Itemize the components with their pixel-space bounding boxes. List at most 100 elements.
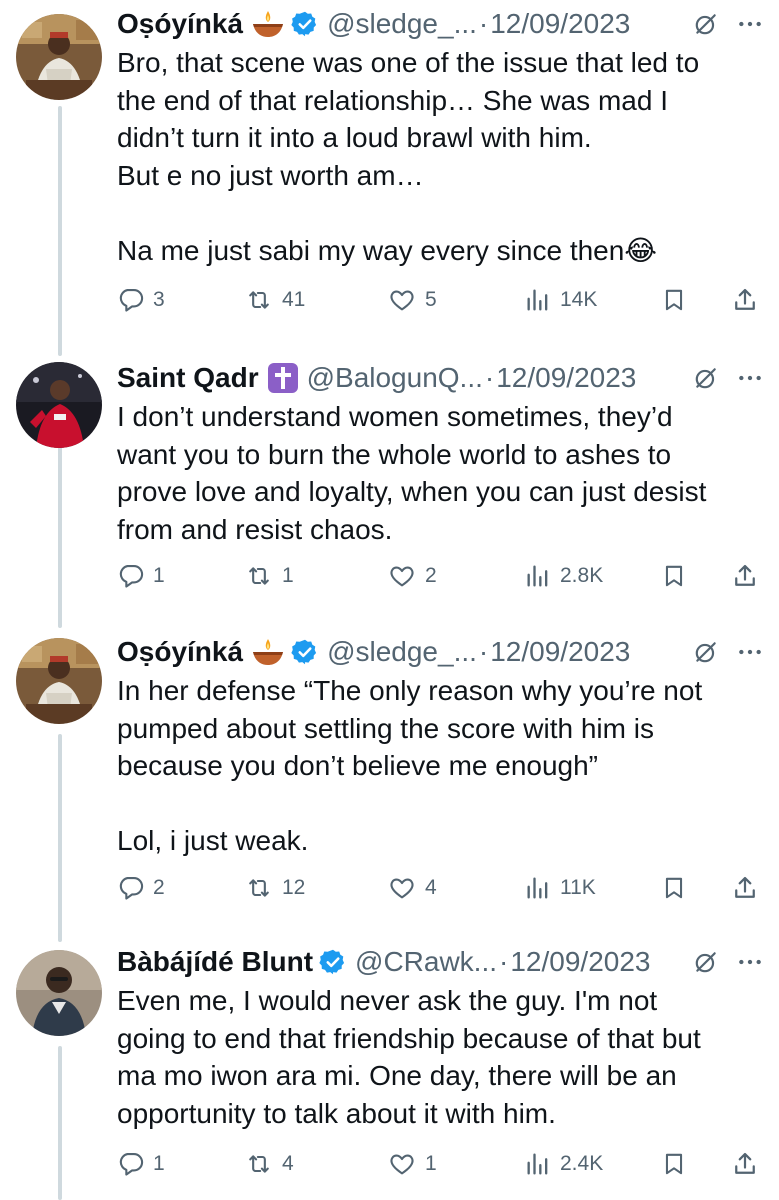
avatar[interactable] [16,14,102,100]
grok-icon[interactable] [693,639,719,665]
tweet-text-line: ma mo iwon ara mi. One day, there will b… [117,1060,677,1091]
retweet-button[interactable]: 1 [244,556,294,596]
retweet-button[interactable]: 12 [244,868,305,908]
share-icon [735,288,755,310]
heart-icon [390,290,414,311]
tweet-text-blank [117,785,763,823]
views-count: 2.8K [560,564,604,587]
tweet-text: I don’t understand women sometimes, they… [117,398,763,548]
diya-lamp-icon [251,637,285,667]
more-options-icon[interactable] [737,639,763,665]
retweet-icon [249,567,269,585]
tweet-text-line: opportunity to talk about it with him. [117,1097,556,1129]
reply-button[interactable]: 2 [117,868,165,908]
reply-count: 3 [153,288,165,311]
author-handle[interactable]: @sledge_... [327,632,477,672]
share-button[interactable] [731,1144,759,1184]
retweet-count: 1 [282,564,294,587]
avatar[interactable] [16,950,102,1036]
share-button[interactable] [731,556,759,596]
author-handle[interactable]: @CRawk... [355,942,497,982]
tweet-text-line: from and resist chaos. [117,513,393,545]
latin-cross-icon [267,362,299,394]
share-button[interactable] [731,280,759,320]
tweet[interactable]: Oṣóyínká @sledge_... · 12/09/2023 [0,0,779,330]
more-options-icon[interactable] [737,949,763,975]
tweet-text-line: want you to burn the whole world to ashe… [117,438,672,470]
grok-icon[interactable] [693,11,719,37]
tweet-actions: 2 12 4 11K [117,868,763,908]
like-button[interactable]: 4 [387,868,437,908]
tweet-text-line: pumped about settling the score with him… [117,712,654,744]
heart-icon [390,566,414,587]
reply-count: 1 [153,564,165,587]
more-options-icon[interactable] [737,365,763,391]
reply-button[interactable]: 1 [117,556,165,596]
author-handle[interactable]: @BalogunQ... [307,358,483,398]
tweet-actions: 1 4 1 2.4K [117,1144,763,1184]
tweet-date[interactable]: 12/09/2023 [510,942,650,982]
bookmark-button[interactable] [661,280,687,320]
bookmark-button[interactable] [661,1144,687,1184]
tweet-text-line: prove love and loyalty, when you can jus… [117,476,707,507]
tweet-date[interactable]: 12/09/2023 [496,358,636,398]
tweet-text-line: Bro, that scene was one of the issue tha… [117,47,700,78]
like-count: 5 [425,288,437,311]
like-count: 4 [425,876,437,899]
tweet-actions: 3 41 5 14K [117,280,763,320]
tweet-text-line: Na me just sabi my way every since then😂 [117,234,658,266]
reply-icon [119,289,144,312]
share-button[interactable] [731,868,759,908]
tweet-text-line: going to end that friendship because of … [117,1022,701,1054]
avatar[interactable] [16,362,102,448]
retweet-button[interactable]: 4 [244,1144,294,1184]
tweet-text: Bro, that scene was one of the issue tha… [117,44,763,269]
bookmark-button[interactable] [661,556,687,596]
views-button[interactable]: 2.8K [524,556,603,596]
reply-button[interactable]: 1 [117,1144,165,1184]
like-button[interactable]: 2 [387,556,437,596]
views-button[interactable]: 14K [524,280,597,320]
author-name[interactable]: Bàbájídé Blunt [117,942,313,982]
retweet-button[interactable]: 41 [244,280,305,320]
heart-icon [390,878,414,899]
views-button[interactable]: 2.4K [524,1144,603,1184]
share-icon [735,1152,755,1174]
reply-icon [119,1153,144,1176]
verified-badge-icon [291,10,319,38]
author-name[interactable]: Oṣóyínká [117,4,243,44]
more-options-icon[interactable] [737,11,763,37]
bookmark-button[interactable] [661,868,687,908]
grok-icon[interactable] [693,949,719,975]
grok-icon[interactable] [693,365,719,391]
views-button[interactable]: 11K [524,868,596,908]
author-handle[interactable]: @sledge_... [327,4,477,44]
reply-icon [119,565,144,588]
tweet-header: Saint Qadr @BalogunQ... · 12/09/2023 [117,358,763,398]
tweet-date[interactable]: 12/09/2023 [490,4,630,44]
avatar[interactable] [16,638,102,724]
retweet-count: 4 [282,1152,294,1175]
tweet[interactable]: Saint Qadr @BalogunQ... · 12/09/2023 I d… [0,356,779,626]
tweet-text: Even me, I would never ask the guy. I'm … [117,982,763,1132]
views-icon [527,289,548,311]
like-button[interactable]: 5 [387,280,437,320]
tweet[interactable]: Bàbájídé Blunt @CRawk... · 12/09/2023 Ev… [0,942,779,1200]
tweet-text-line: In her defense “The only reason why you’… [117,675,703,706]
reply-count: 1 [153,1152,165,1175]
tweet-text-blank [117,194,763,232]
tweet-date[interactable]: 12/09/2023 [490,632,630,672]
verified-badge-icon [319,948,347,976]
reply-button[interactable]: 3 [117,280,165,320]
tweet[interactable]: Oṣóyínká @sledge_... · 12/09/2023 [0,630,779,930]
tweet-actions: 1 1 2 2.8K [117,556,763,596]
reply-icon [119,877,144,900]
views-icon [527,877,548,899]
tweet-text-line: Lol, i just weak. [117,825,309,856]
author-name[interactable]: Saint Qadr [117,358,259,398]
bookmark-icon [665,1153,683,1175]
author-name[interactable]: Oṣóyínká [117,632,243,672]
tweet-text-line: I don’t understand women sometimes, they… [117,401,673,432]
bookmark-icon [665,289,683,311]
like-button[interactable]: 1 [387,1144,437,1184]
